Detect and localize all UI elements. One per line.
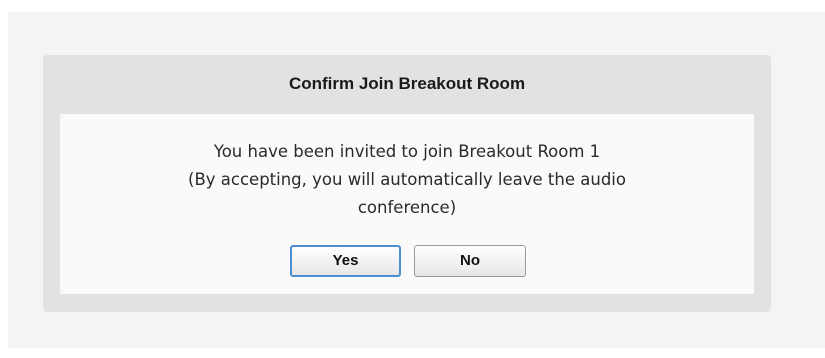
yes-button[interactable]: Yes <box>290 245 401 277</box>
dialog-title: Confirm Join Breakout Room <box>288 74 526 93</box>
message-line-2: (By accepting, you will automatically le… <box>188 170 626 189</box>
message-line-1: You have been invited to join Breakout R… <box>213 142 601 161</box>
no-button[interactable]: No <box>414 245 526 277</box>
message-line-3: conference) <box>357 198 457 217</box>
dialog-body: You have been invited to join Breakout R… <box>60 114 754 294</box>
confirm-join-breakout-dialog: Confirm Join Breakout Room You have been… <box>43 55 771 312</box>
dialog-message: You have been invited to join Breakout R… <box>60 138 754 222</box>
